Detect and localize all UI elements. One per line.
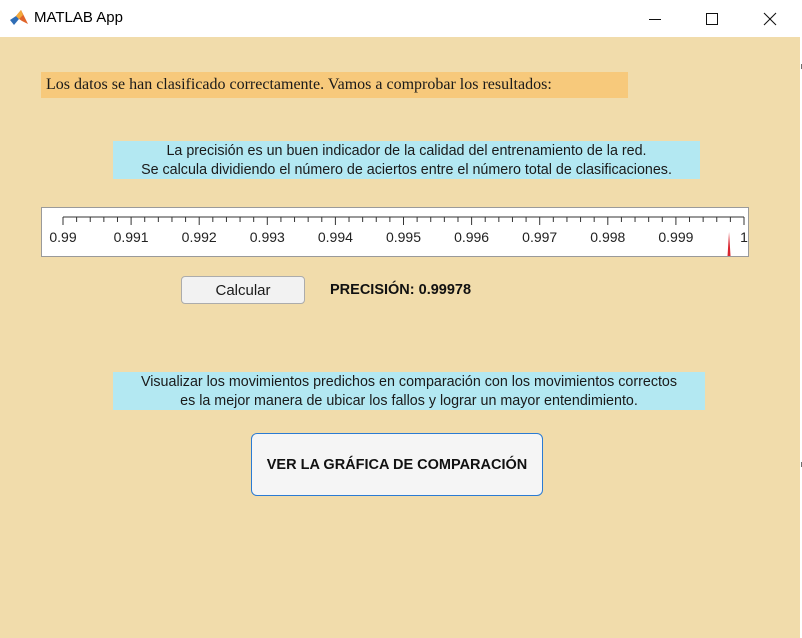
maximize-icon	[706, 12, 718, 25]
gauge-tick-label: 0.998	[590, 229, 625, 245]
compare-info-line-2: es la mejor manera de ubicar los fallos …	[180, 392, 638, 409]
gauge-tick-label: 0.995	[386, 229, 421, 245]
compare-info-box: Visualizar los movimientos predichos en …	[113, 372, 705, 410]
precision-result-value: 0.99978	[418, 282, 472, 298]
precision-info-box: La precisión es un buen indicador de la …	[113, 141, 700, 179]
precision-gauge: 0.99 0.991 0.992 0.993 0.994 0.995 0.996 0.997 0…	[41, 207, 749, 257]
precision-info-line-2: Se calcula dividiendo el número de acier…	[141, 161, 672, 178]
status-message: Los datos se han clasificado correctamen…	[41, 72, 628, 98]
minimize-button[interactable]	[626, 0, 684, 37]
gauge-tick-label: 0.997	[522, 229, 557, 245]
gauge-tick-label: 0.99	[49, 229, 76, 245]
minimize-icon	[649, 18, 661, 20]
precision-info-line-1: La precisión es un buen indicador de la …	[166, 143, 647, 159]
gauge-tick-label: 0.994	[318, 229, 353, 245]
view-comparison-chart-button[interactable]: VER LA GRÁFICA DE COMPARACIÓN	[251, 433, 543, 496]
precision-result-prefix: PRECISIÓN:	[330, 282, 415, 298]
precision-result: PRECISIÓN: 0.99978	[330, 282, 471, 298]
gauge-tick-label: 0.992	[182, 229, 217, 245]
calculate-button[interactable]: Calcular	[181, 276, 305, 304]
gauge-tick-label: 0.999	[658, 229, 693, 245]
title-bar: MATLAB App	[0, 0, 800, 37]
compare-info-line-1: Visualizar los movimientos predichos en …	[140, 374, 678, 390]
gauge-tick-label: 0.993	[250, 229, 285, 245]
gauge-tick-label: 1	[740, 229, 748, 245]
gauge-tick-label: 0.996	[454, 229, 489, 245]
close-icon	[763, 12, 777, 25]
gauge-needle	[727, 232, 731, 256]
gauge-scale: 0.99 0.991 0.992 0.993 0.994 0.995 0.996 0.997 0…	[49, 216, 748, 256]
app-client-area	[0, 37, 800, 638]
close-button[interactable]	[741, 0, 799, 37]
matlab-logo-icon	[9, 9, 29, 27]
maximize-button[interactable]	[683, 0, 741, 37]
gauge-tick-label: 0.991	[114, 229, 149, 245]
window-title: MATLAB App	[34, 9, 123, 26]
